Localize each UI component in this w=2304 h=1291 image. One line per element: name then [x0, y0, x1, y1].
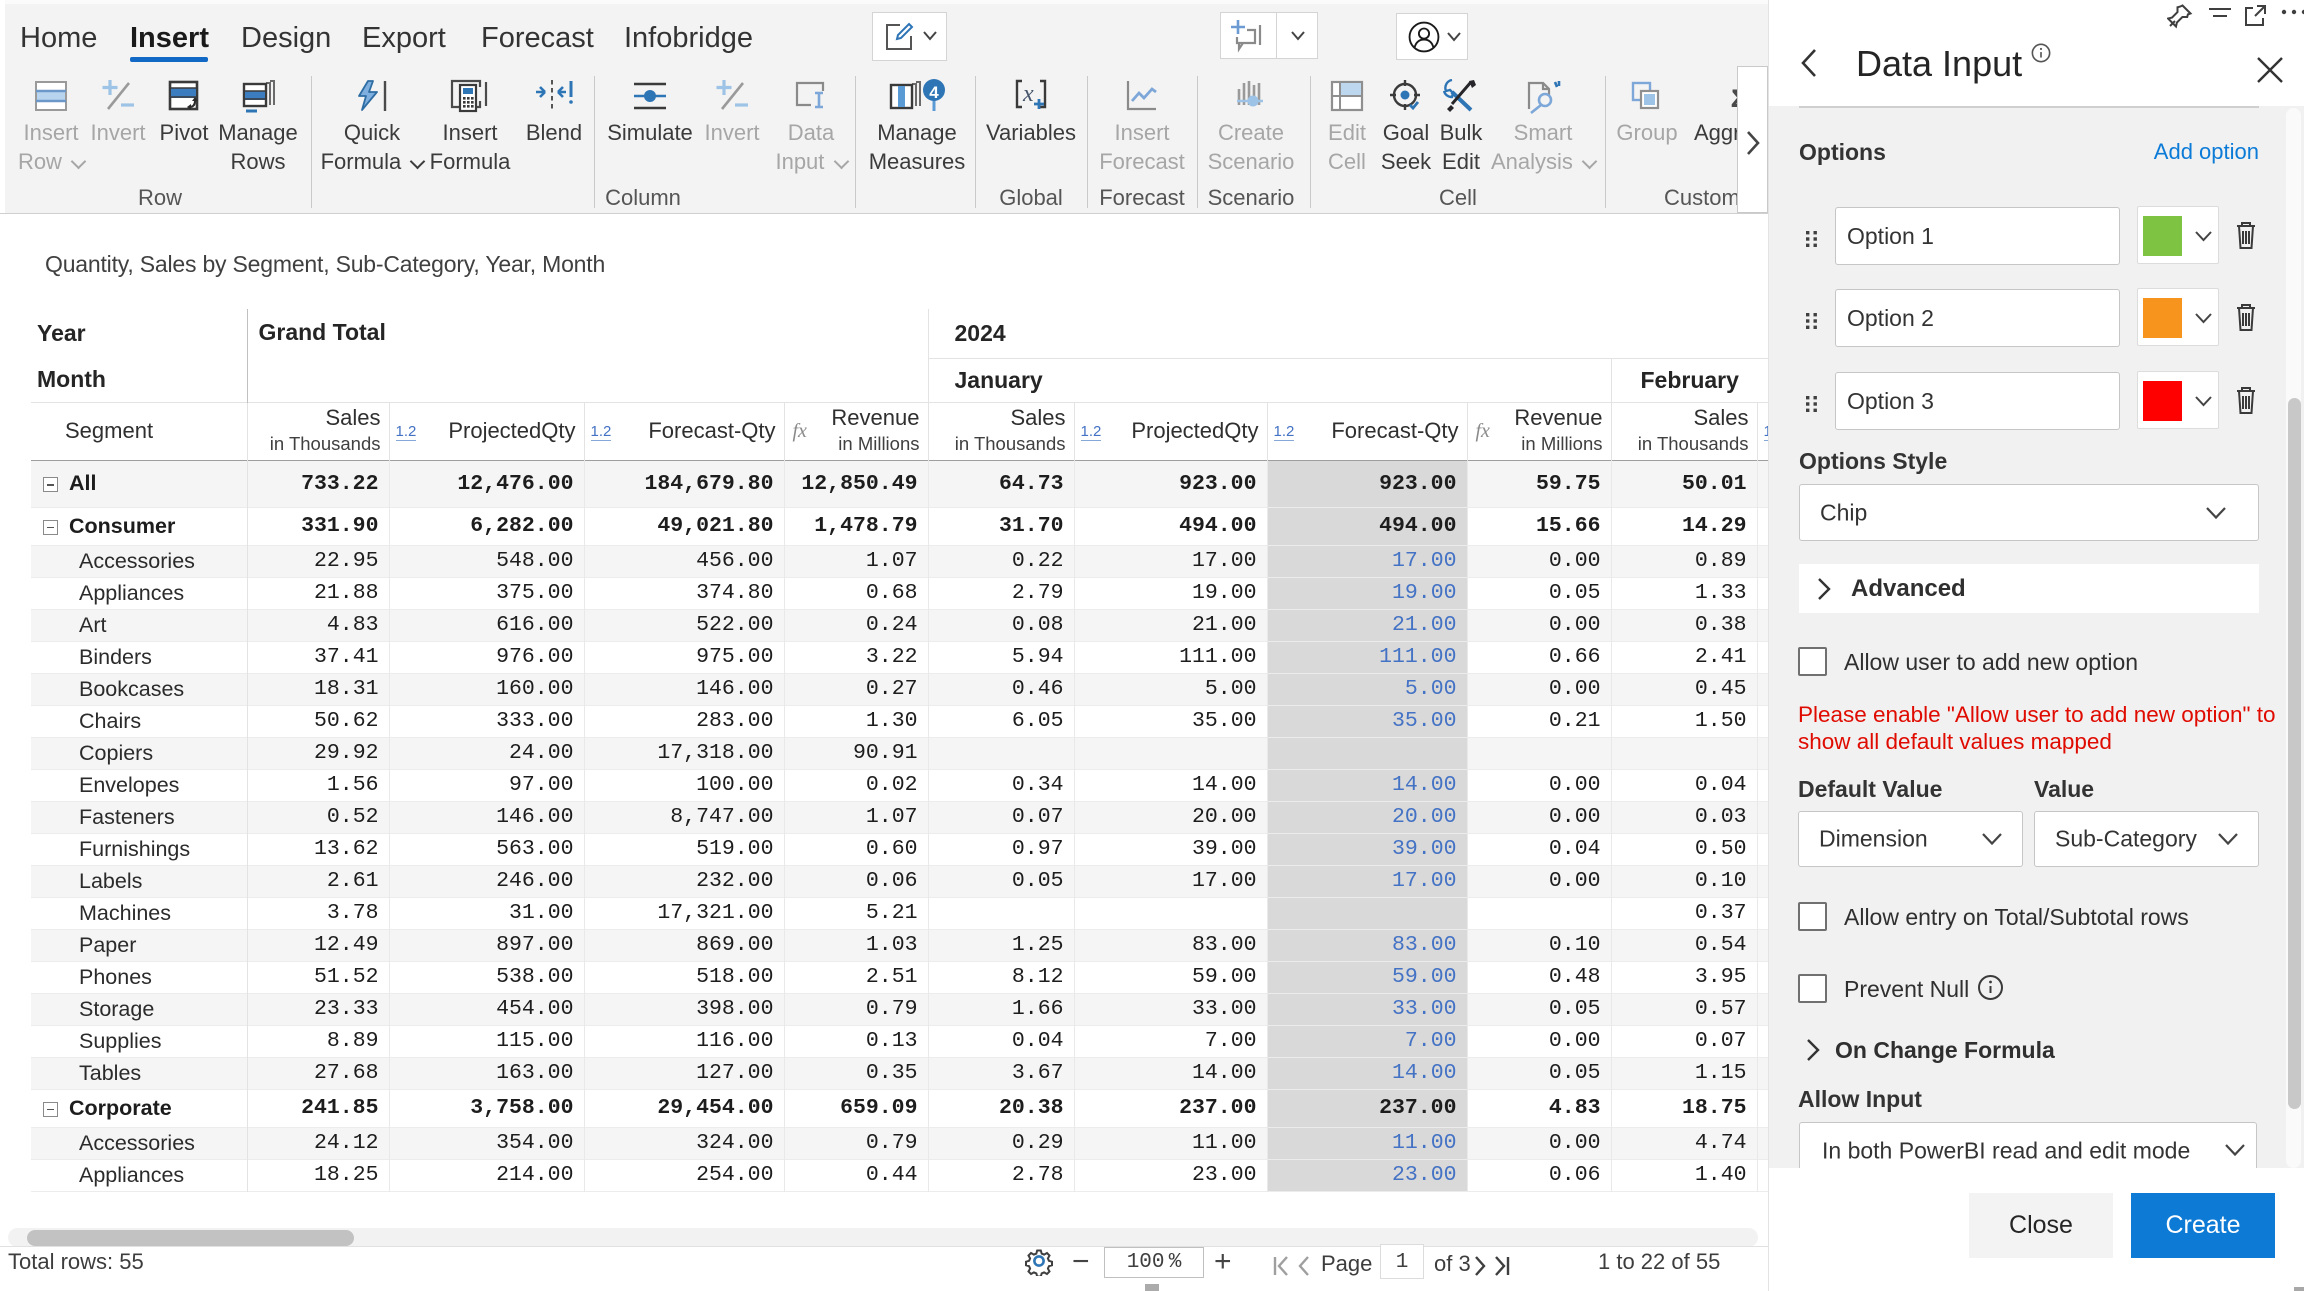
- svg-text:x: x: [1022, 81, 1034, 107]
- svg-text:4: 4: [929, 83, 939, 102]
